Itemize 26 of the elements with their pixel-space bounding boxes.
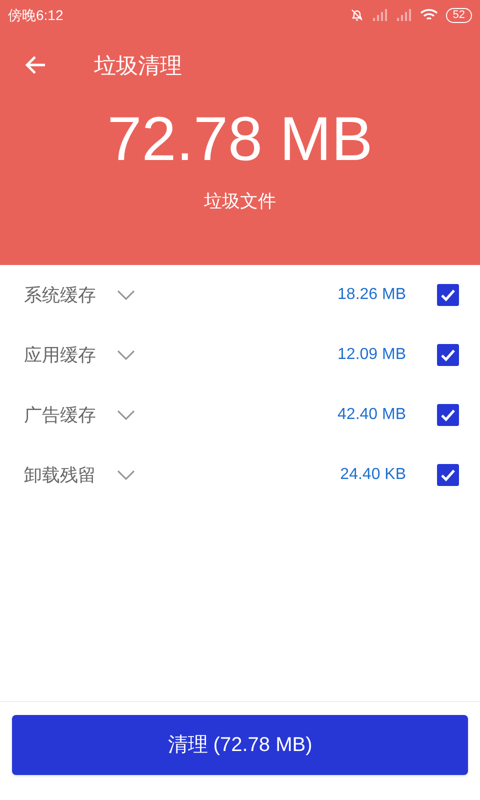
- chevron-icon[interactable]: [116, 409, 136, 421]
- chevron-icon[interactable]: [116, 349, 136, 361]
- checkbox[interactable]: [436, 283, 460, 307]
- checkbox[interactable]: [436, 403, 460, 427]
- category-label: 应用缓存: [24, 344, 96, 366]
- category-label: 系统缓存: [24, 284, 96, 306]
- wifi-icon: [420, 8, 438, 22]
- checkbox[interactable]: [436, 463, 460, 487]
- category-size: 12.09 MB: [338, 345, 406, 365]
- total-size: 72.78 MB: [107, 104, 373, 176]
- category-size: 24.40 KB: [340, 465, 406, 485]
- chevron-icon[interactable]: [116, 289, 136, 301]
- mute-bell-icon: [350, 8, 364, 22]
- clean-button[interactable]: 清理 (72.78 MB): [12, 715, 468, 775]
- checkbox[interactable]: [436, 343, 460, 367]
- battery-level: 52: [446, 8, 472, 22]
- category-size: 18.26 MB: [338, 285, 406, 305]
- total-caption: 垃圾文件: [204, 190, 276, 213]
- signal-icon: [396, 9, 412, 21]
- status-time: 傍晚6:12: [8, 6, 64, 24]
- page-title: 垃圾清理: [94, 52, 182, 80]
- category-size: 42.40 MB: [338, 405, 406, 425]
- signal-icon: [372, 9, 388, 21]
- category-label: 广告缓存: [24, 404, 96, 426]
- chevron-icon[interactable]: [116, 469, 136, 481]
- category-label: 卸载残留: [24, 464, 96, 486]
